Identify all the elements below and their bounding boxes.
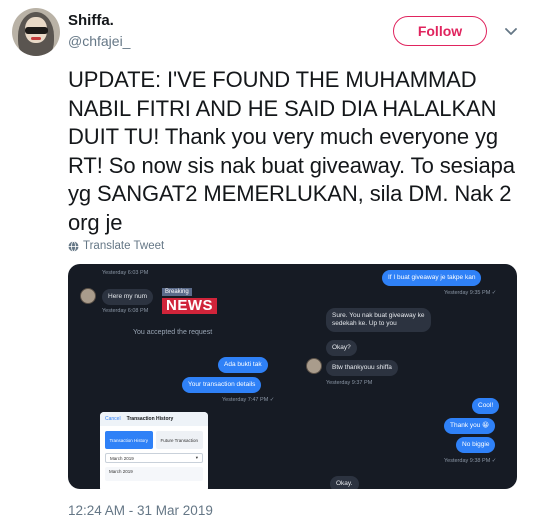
tx-cancel-label: Cancel bbox=[105, 416, 121, 422]
avatar[interactable] bbox=[12, 8, 60, 56]
avatar-glasses bbox=[25, 27, 48, 34]
chat-screenshot-image[interactable]: Yesterday 6:03 PM Here my num Breaking N… bbox=[68, 264, 517, 489]
chat-bubble-outgoing: Cool! bbox=[472, 398, 500, 414]
news-label: NEWS bbox=[162, 298, 217, 314]
avatar-mouth bbox=[31, 37, 41, 40]
tx-month-dropdown: March 2019 ▾ bbox=[105, 453, 203, 463]
caret-down-icon: ▾ bbox=[195, 455, 198, 460]
translate-label: Translate Tweet bbox=[83, 240, 165, 252]
follow-button[interactable]: Follow bbox=[393, 16, 487, 46]
breaking-label: Breaking bbox=[162, 288, 192, 296]
chat-bubble-incoming: Btw thankyouu shiffa bbox=[326, 360, 398, 376]
tweet-text: UPDATE: I'VE FOUND THE MUHAMMAD NABIL FI… bbox=[68, 67, 515, 235]
chat-bubble-outgoing: Your transaction details bbox=[182, 377, 262, 393]
chat-avatar bbox=[306, 358, 322, 374]
chat-timestamp: Yesterday 9:38 PM ✓ bbox=[444, 458, 497, 464]
chat-bubble-incoming: Okay. bbox=[330, 476, 359, 489]
chat-bubble-outgoing: No biggie bbox=[456, 437, 496, 453]
user-handle[interactable]: @chfajei_ bbox=[68, 33, 130, 49]
chat-bubble-incoming: Sure. You nak buat giveaway ke sedekah k… bbox=[326, 308, 431, 332]
chat-bubble-outgoing: Thank you 😀 bbox=[444, 418, 495, 434]
display-name[interactable]: Shiffa. bbox=[68, 12, 114, 29]
chat-bubble-outgoing: If I buat giveaway je takpe kan bbox=[382, 270, 482, 286]
chat-timestamp: Yesterday 9:35 PM ✓ bbox=[444, 290, 497, 296]
chat-bubble-incoming: Here my num bbox=[102, 289, 154, 305]
tweet-timestamp[interactable]: 12:24 AM - 31 Mar 2019 bbox=[68, 503, 213, 518]
chat-timestamp: Yesterday 7:47 PM ✓ bbox=[222, 397, 275, 403]
tx-tab-future: Future Transaction bbox=[155, 431, 203, 449]
tx-title: Transaction History bbox=[126, 416, 174, 422]
transaction-history-screenshot: Cancel Transaction History Transaction H… bbox=[100, 412, 208, 489]
tx-tab-history: Transaction History bbox=[105, 431, 153, 449]
chat-timestamp: Yesterday 6:03 PM bbox=[102, 270, 149, 276]
chat-timestamp: Yesterday 9:37 PM bbox=[326, 380, 373, 386]
chat-avatar bbox=[80, 288, 96, 304]
chevron-down-icon[interactable] bbox=[500, 20, 522, 42]
globe-icon bbox=[68, 240, 79, 252]
request-accepted-notice: You accepted the request bbox=[133, 329, 213, 336]
translate-tweet-link[interactable]: Translate Tweet bbox=[68, 240, 164, 252]
chat-bubble-outgoing: Ada bukti tak bbox=[218, 357, 268, 373]
tx-row: March 2019 bbox=[105, 467, 203, 481]
chat-timestamp: Yesterday 6:08 PM bbox=[102, 308, 149, 314]
breaking-news-sticker: Breaking NEWS bbox=[162, 280, 217, 314]
tx-month: March 2019 bbox=[110, 455, 134, 461]
chat-bubble-incoming: Okay? bbox=[326, 340, 357, 356]
